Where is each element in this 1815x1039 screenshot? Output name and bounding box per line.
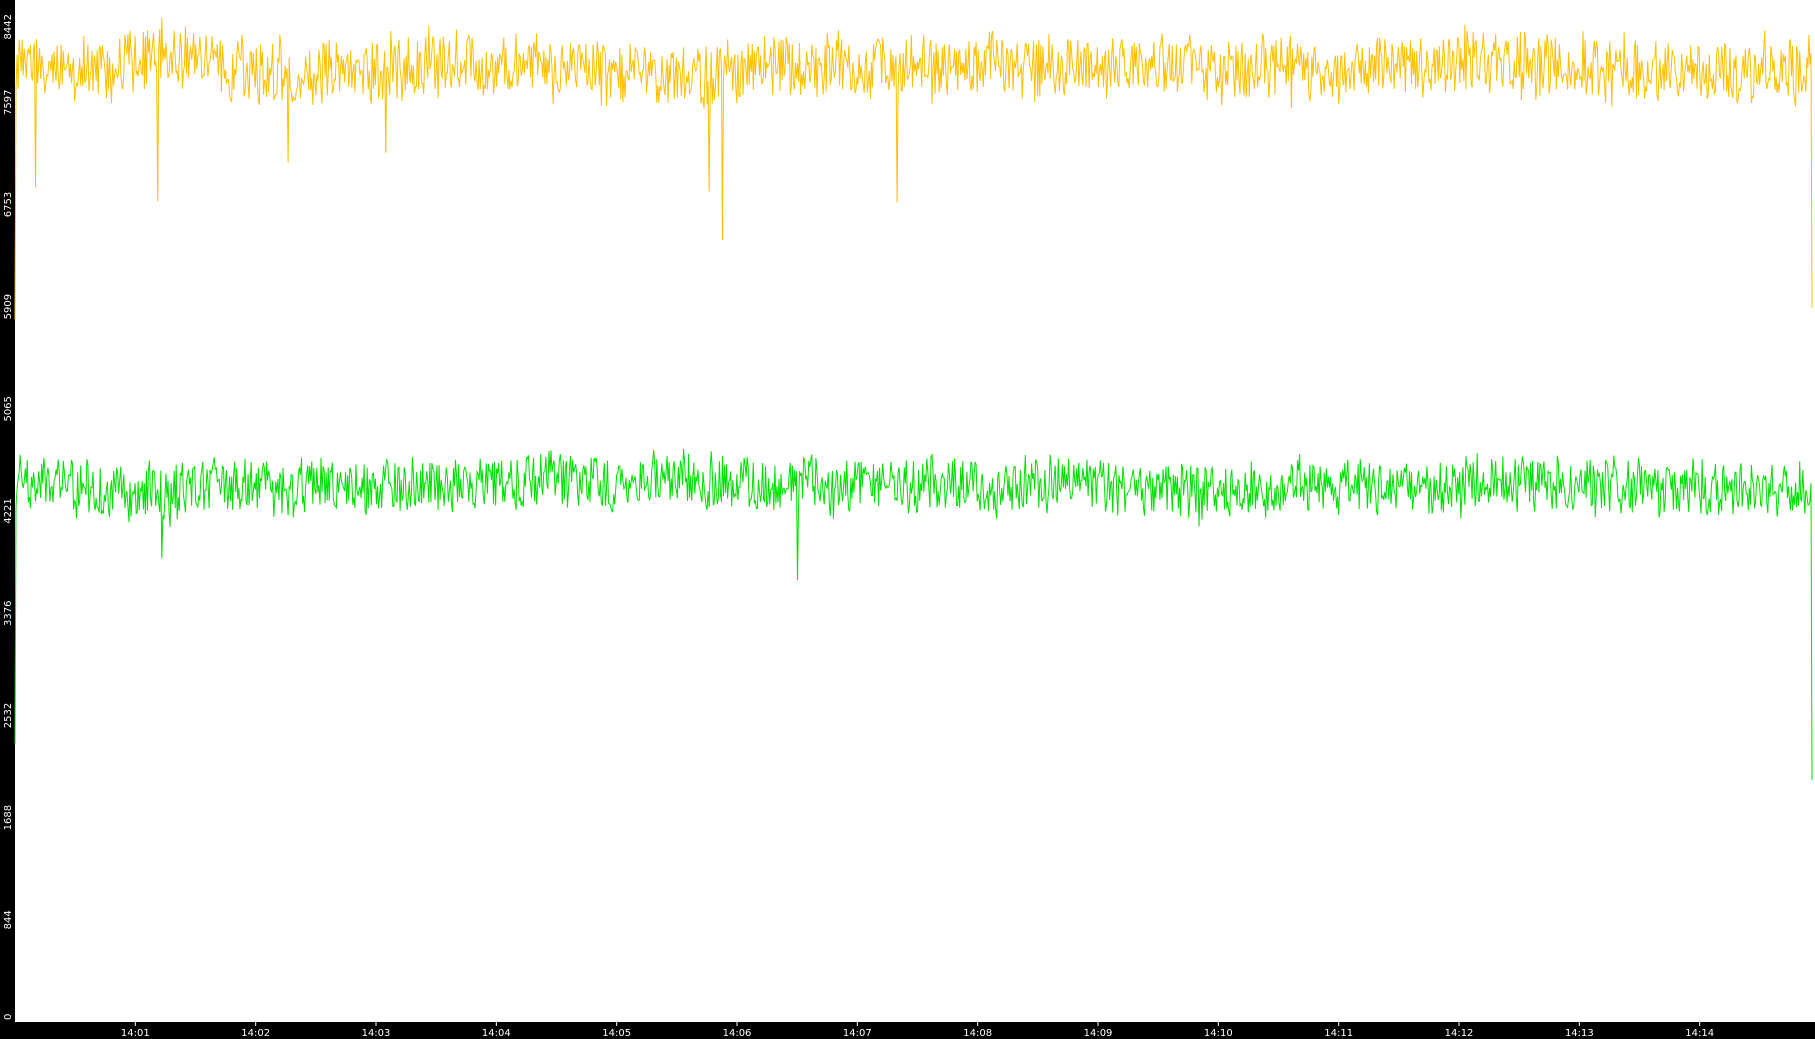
x-tick-label: 14:10 (1204, 1028, 1233, 1039)
x-tick-label: 14:04 (482, 1028, 511, 1039)
x-tick-label: 14:12 (1445, 1028, 1474, 1039)
y-tick-label: 7597 (3, 90, 14, 115)
x-tick-label: 14:01 (121, 1028, 150, 1039)
plot-area (15, 0, 1815, 1022)
y-tick-label: 8442 (3, 14, 14, 39)
y-tick-label: 5065 (3, 396, 14, 421)
x-axis-bar (0, 1022, 1815, 1039)
x-tick-label: 14:05 (602, 1028, 631, 1039)
y-tick-label: 6753 (3, 192, 14, 217)
x-tick-label: 14:09 (1084, 1028, 1113, 1039)
x-tick-label: 14:11 (1324, 1028, 1353, 1039)
x-tick-label: 14:13 (1565, 1028, 1594, 1039)
y-tick-label: 844 (3, 910, 14, 929)
y-tick-label: 2532 (3, 703, 14, 728)
x-tick-label: 14:14 (1685, 1028, 1714, 1039)
x-tick-label: 14:08 (963, 1028, 992, 1039)
x-tick-label: 14:07 (843, 1028, 872, 1039)
y-tick-label: 3376 (3, 601, 14, 626)
y-tick-label: 1688 (3, 805, 14, 830)
y-tick-label: 5909 (3, 294, 14, 319)
y-tick-label: 0 (3, 1014, 14, 1020)
x-tick-label: 14:03 (362, 1028, 391, 1039)
x-tick-label: 14:06 (723, 1028, 752, 1039)
y-tick-label: 4221 (3, 498, 14, 523)
chart: 0 844 1688 2532 3376 4221 5065 5909 6753 7597 8442… (0, 0, 1815, 1039)
x-tick-label: 14:02 (241, 1028, 270, 1039)
